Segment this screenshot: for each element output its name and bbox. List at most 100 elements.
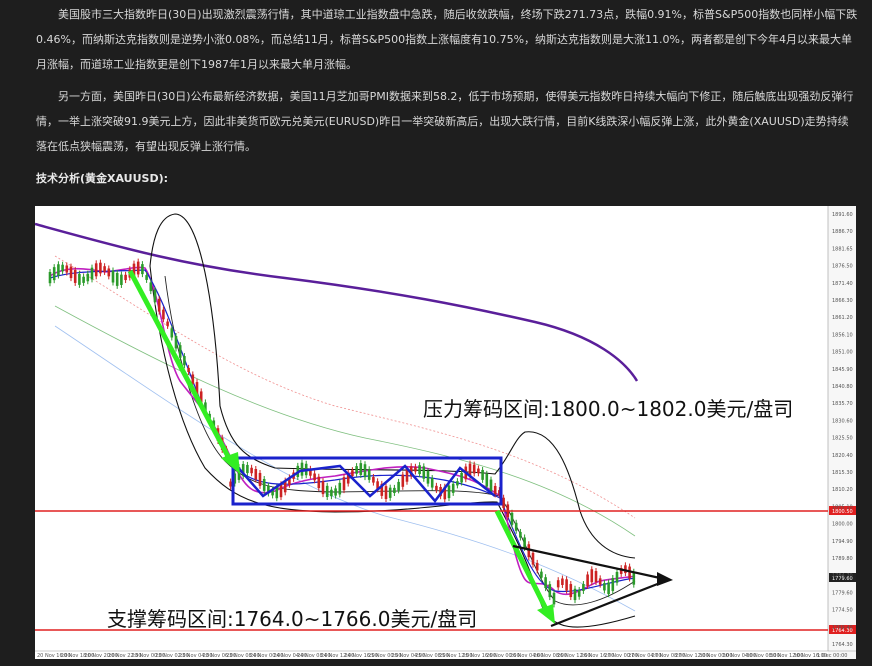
price-tick-label: 1789.80 — [832, 556, 853, 562]
price-tick-label: 1820.40 — [832, 453, 853, 459]
candle-body — [162, 309, 165, 320]
candle-body — [86, 273, 90, 282]
candle-body — [149, 282, 153, 292]
support-zone-label: 支撑筹码区间:1764.0~1766.0美元/盘司 — [107, 607, 478, 631]
candle-body — [430, 478, 434, 488]
candle-body — [414, 466, 417, 472]
candle-body — [258, 472, 262, 486]
candle-body — [65, 265, 69, 273]
candle-body — [367, 469, 371, 480]
candle-body — [552, 592, 556, 605]
candle-body — [460, 472, 463, 483]
candle-body — [275, 487, 279, 499]
candle-body — [569, 584, 573, 598]
candle-body — [183, 356, 186, 366]
price-tick-label: 1764.30 — [832, 642, 853, 648]
candle-body — [435, 485, 438, 491]
candle-body — [115, 272, 119, 286]
candle-body — [573, 588, 577, 601]
candle-body — [141, 264, 144, 275]
candle-body — [493, 485, 497, 495]
candle-body — [250, 467, 253, 474]
price-tick-label: 1784.70 — [832, 573, 853, 579]
price-tick-label: 1871.40 — [832, 281, 853, 287]
candle-body — [178, 345, 182, 358]
candle-body — [57, 264, 60, 276]
candle-body — [481, 469, 484, 480]
candle-body — [456, 481, 459, 486]
candle-body — [477, 468, 480, 474]
candle-body — [548, 584, 552, 598]
candle-body — [556, 580, 560, 588]
paragraph-market-summary: 美国股市三大指数昨日(30日)出现激烈震荡行情，其中道琼工业指数盘中急跌，随后收… — [36, 8, 858, 71]
price-tick-label: 1769.40 — [832, 625, 853, 631]
candle-body — [502, 497, 505, 508]
chart-canvas: 1800.50 1764.30 1779.60 1891.601886.7018… — [35, 206, 856, 659]
candle-body — [262, 478, 266, 491]
candle-body — [489, 479, 493, 492]
resistance-zone-label: 压力筹码区间:1800.0~1802.0美元/盘司 — [423, 397, 794, 421]
price-tick-label: 1856.10 — [832, 332, 853, 338]
candle-body — [598, 578, 602, 585]
candle-body — [61, 264, 64, 272]
candle-body — [372, 477, 375, 483]
candle-body — [136, 261, 140, 275]
candle-body — [107, 268, 111, 277]
candle-body — [586, 574, 589, 586]
candle-body — [418, 465, 421, 475]
xauusd-chart: 1800.50 1764.30 1779.60 1891.60 1886.70 18… — [35, 206, 856, 659]
candle-body — [157, 298, 161, 312]
price-tick-label: 1866.30 — [832, 298, 853, 304]
price-tick-label: 1825.50 — [832, 436, 853, 442]
price-tick-label: 1810.20 — [832, 487, 853, 493]
candle-body — [544, 577, 547, 589]
candle-body — [359, 463, 363, 475]
candle-body — [615, 571, 619, 583]
price-tick-label: 1851.00 — [832, 350, 853, 356]
candle-body — [351, 470, 354, 477]
price-tick-label: 1779.60 — [832, 590, 853, 596]
time-axis: 20 Nov 16:0020 Nov 18:0020 Nov 20:0020 N… — [37, 653, 847, 659]
candle-body — [451, 483, 455, 493]
candle-body — [187, 367, 190, 372]
price-tick-label: 1794.90 — [832, 539, 853, 545]
candle-body — [611, 577, 615, 591]
candle-body — [166, 321, 169, 326]
candle-body — [246, 464, 249, 474]
candle-body — [338, 482, 342, 495]
price-tick-label: 1845.90 — [832, 367, 853, 373]
candle-body — [73, 269, 77, 283]
price-tick-label: 1881.65 — [832, 246, 853, 252]
candle-body — [355, 466, 358, 474]
candle-body — [317, 476, 321, 489]
candle-body — [153, 289, 157, 303]
candle-body — [111, 270, 115, 283]
candle-body — [99, 262, 102, 274]
price-tick-label: 1830.60 — [832, 418, 853, 424]
price-tick-label: 1815.30 — [832, 470, 853, 476]
candle-body — [103, 266, 106, 272]
candle-body — [514, 522, 518, 531]
candle-body — [330, 489, 333, 497]
candle-body — [120, 274, 123, 285]
candle-body — [519, 531, 522, 538]
price-tick-label: 1805.10 — [832, 504, 853, 510]
price-tick-label: 1891.60 — [832, 212, 853, 218]
price-tick-label: 1840.80 — [832, 384, 853, 390]
candle-body — [363, 464, 367, 478]
candle-body — [82, 276, 85, 283]
candle-body — [401, 474, 405, 487]
candle-body — [603, 583, 606, 591]
price-tick-label: 1876.50 — [832, 264, 853, 270]
candle-body — [577, 589, 581, 597]
candle-body — [531, 552, 535, 565]
candle-body — [561, 578, 564, 585]
paragraph-economic-data: 另一方面，美国昨日(30日)公布最新经济数据，美国11月芝加哥PMI数据来到58… — [36, 90, 854, 153]
candle-body — [540, 571, 543, 578]
candle-body — [590, 569, 594, 583]
candle-body — [510, 512, 514, 525]
candle-body — [594, 571, 598, 583]
candle-body — [447, 485, 451, 499]
candle-body — [582, 584, 585, 591]
candle-body — [300, 462, 304, 476]
